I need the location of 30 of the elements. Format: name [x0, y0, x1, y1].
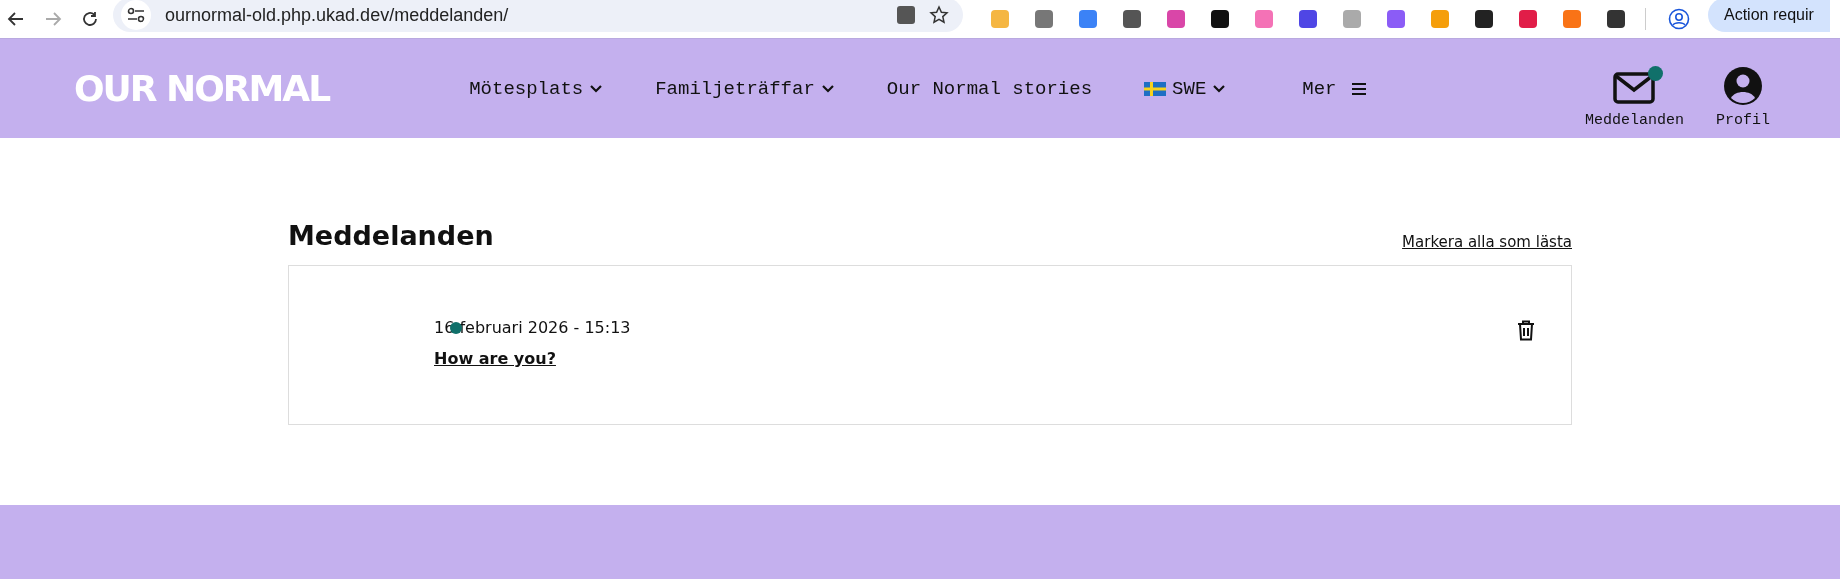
envelope-icon — [1613, 72, 1656, 104]
profile-icon[interactable] — [1668, 8, 1690, 30]
nav-link[interactable]: SWE — [1144, 77, 1227, 100]
back-icon[interactable] — [7, 10, 25, 28]
chevron-icon — [820, 83, 835, 94]
page-title: Meddelanden — [288, 220, 494, 251]
forward-icon[interactable] — [44, 10, 62, 28]
site-settings-icon[interactable] — [121, 0, 151, 30]
address-bar[interactable]: ournormal-old.php.ukad.dev/meddelanden/ — [113, 0, 963, 32]
flag-icon — [1144, 81, 1167, 96]
extension-icon[interactable] — [1475, 10, 1493, 28]
extension-icon[interactable] — [1123, 10, 1141, 28]
extension-icon[interactable] — [1211, 10, 1229, 28]
trash-icon[interactable] — [1517, 320, 1535, 341]
menu-icon — [1350, 81, 1367, 96]
nav-link[interactable]: Our Normal stories — [886, 77, 1093, 100]
extension-icon[interactable] — [1607, 10, 1625, 28]
user-icon — [1723, 66, 1763, 106]
message-subject-link[interactable]: How are you? — [434, 349, 556, 368]
action-button[interactable]: Action requir — [1708, 0, 1830, 32]
mark-all-read-link[interactable]: Markera alla som lästa — [1402, 233, 1572, 251]
nav-link[interactable]: Mer — [1302, 77, 1367, 100]
messages-link[interactable]: Meddelanden — [1584, 64, 1684, 129]
chevron-icon — [589, 83, 604, 94]
nav-link[interactable]: Familjeträffar — [655, 77, 835, 100]
star-icon[interactable] — [929, 5, 949, 25]
nav-link[interactable]: Mötesplats — [469, 77, 604, 100]
profile-link[interactable]: Profil — [1716, 58, 1770, 129]
reload-icon[interactable] — [81, 10, 99, 28]
chevron-icon — [1212, 83, 1227, 94]
